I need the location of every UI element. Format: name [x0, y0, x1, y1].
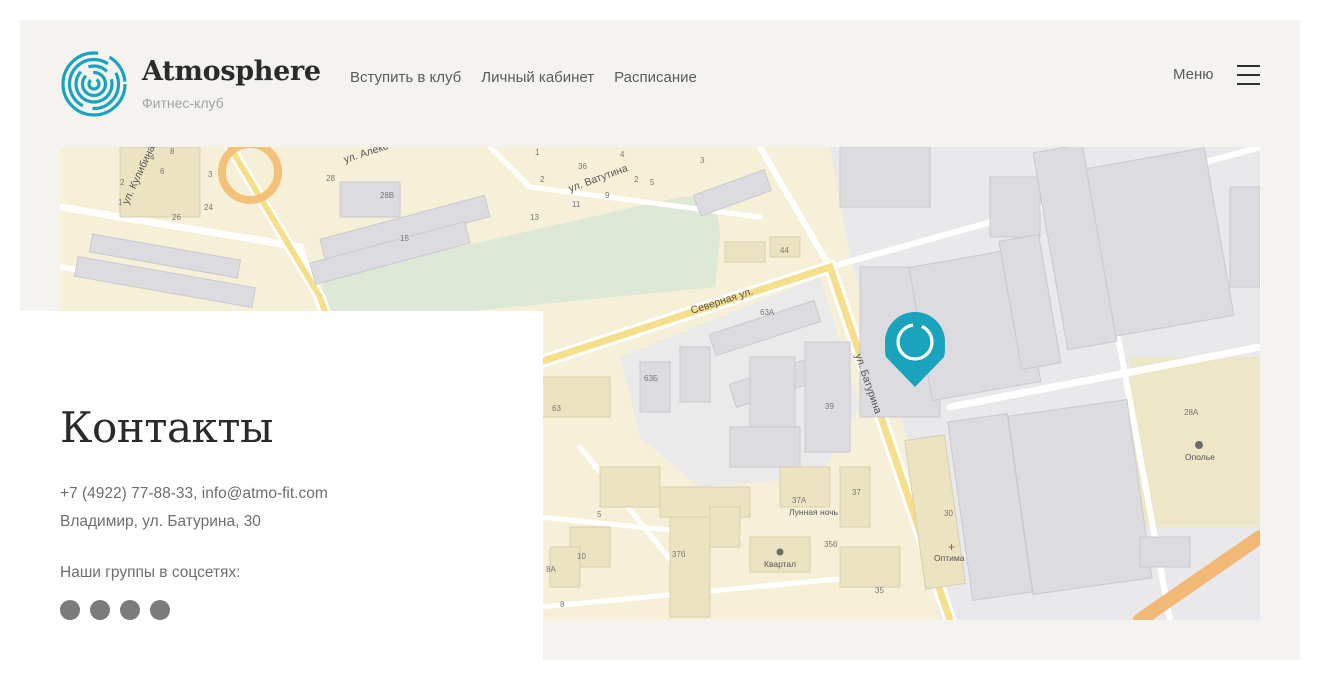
svg-text:26: 26 — [172, 213, 181, 222]
street-label-2: ул. Ватутина — [567, 162, 630, 195]
svg-text:35б: 35б — [824, 540, 838, 549]
brand-tagline: Фитнес-клуб — [142, 95, 224, 111]
svg-text:63Б: 63Б — [644, 374, 658, 383]
nav-join-club[interactable]: Вступить в клуб — [350, 69, 461, 86]
svg-text:28: 28 — [326, 174, 335, 183]
poi-kvartal-icon — [776, 548, 784, 556]
svg-text:3: 3 — [700, 156, 705, 165]
svg-text:6: 6 — [160, 167, 165, 176]
svg-text:39: 39 — [825, 402, 834, 411]
svg-text:5: 5 — [597, 510, 602, 519]
main-nav: Вступить в клуб Личный кабинет Расписани… — [350, 69, 697, 86]
social-icon-4[interactable] — [150, 600, 170, 620]
menu-label[interactable]: Меню — [1173, 66, 1214, 83]
svg-text:2: 2 — [120, 178, 125, 187]
contact-address: Владимир, ул. Батурина, 30 — [60, 513, 261, 530]
svg-text:4: 4 — [150, 153, 155, 162]
svg-text:2: 2 — [634, 175, 639, 184]
contact-phone-email-line: +7 (4922) 77-88-33, info@atmo-fit.com — [60, 485, 328, 503]
nav-schedule[interactable]: Расписание — [614, 69, 697, 86]
svg-text:37А: 37А — [792, 496, 807, 505]
svg-text:63А: 63А — [760, 308, 775, 317]
svg-text:44: 44 — [780, 246, 789, 255]
svg-text:8А: 8А — [546, 565, 556, 574]
logo[interactable]: Atmosphere Фитнес-клуб — [60, 50, 321, 120]
poi-kvartal[interactable]: Квартал — [764, 559, 796, 569]
svg-text:8: 8 — [170, 147, 175, 156]
brand-name: Atmosphere — [142, 56, 321, 87]
street-label-1: ул. Алекс — [342, 147, 389, 166]
svg-text:9: 9 — [605, 191, 610, 200]
poi-lunnaya-noch[interactable]: Лунная ночь — [789, 507, 839, 517]
hamburger-menu-icon[interactable] — [1237, 63, 1260, 87]
svg-text:37: 37 — [852, 488, 861, 497]
svg-text:10: 10 — [577, 552, 586, 561]
svg-text:24: 24 — [204, 203, 213, 212]
poi-pharmacy-icon: + — [948, 540, 955, 554]
svg-text:37б: 37б — [672, 550, 686, 559]
svg-text:1: 1 — [535, 148, 540, 157]
contacts-title: Контакты — [60, 403, 273, 452]
svg-text:63: 63 — [552, 404, 561, 413]
contacts-card: Контакты +7 (4922) 77-88-33, info@atmo-f… — [20, 311, 543, 660]
contact-email-link[interactable]: info@atmo-fit.com — [202, 485, 328, 502]
svg-text:4: 4 — [620, 150, 625, 159]
svg-text:28В: 28В — [380, 191, 394, 200]
social-icon-1[interactable] — [60, 600, 80, 620]
poi-opolye-icon — [1195, 441, 1203, 449]
svg-text:11: 11 — [572, 200, 581, 209]
svg-text:28А: 28А — [1184, 408, 1199, 417]
logo-rings-icon — [61, 51, 127, 117]
contact-phone[interactable]: +7 (4922) 77-88-33, — [60, 485, 197, 502]
social-icons — [60, 600, 170, 620]
svg-text:15: 15 — [400, 234, 409, 243]
svg-text:3: 3 — [208, 170, 213, 179]
svg-text:1: 1 — [118, 198, 123, 207]
social-icon-3[interactable] — [120, 600, 140, 620]
svg-text:2: 2 — [540, 175, 545, 184]
svg-text:30: 30 — [944, 509, 953, 518]
svg-text:36: 36 — [578, 162, 587, 171]
svg-text:35: 35 — [875, 586, 884, 595]
social-icon-2[interactable] — [90, 600, 110, 620]
nav-personal-account[interactable]: Личный кабинет — [481, 69, 594, 86]
svg-text:5: 5 — [650, 178, 655, 187]
poi-optima[interactable]: Оптима — [934, 553, 965, 563]
poi-opolye[interactable]: Ополье — [1185, 452, 1215, 462]
svg-text:8: 8 — [560, 600, 565, 609]
svg-text:13: 13 — [530, 213, 539, 222]
social-label: Наши группы в соцсетях: — [60, 564, 241, 581]
